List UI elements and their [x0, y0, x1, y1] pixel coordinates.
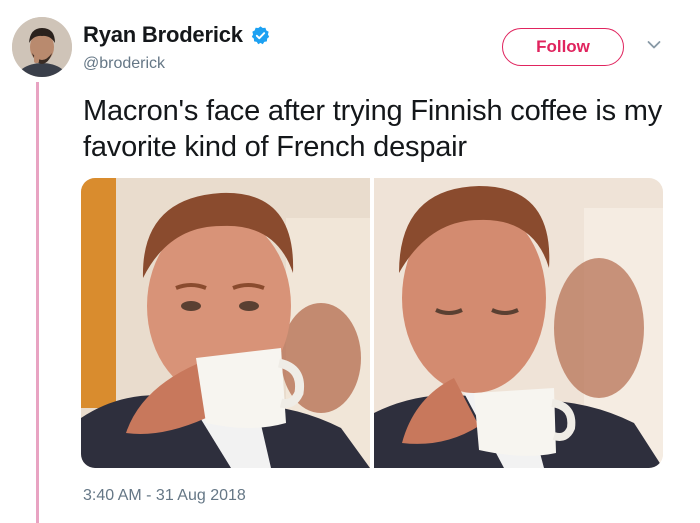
- author-name-row: Ryan Broderick: [83, 22, 271, 48]
- media-grid: [81, 178, 663, 468]
- avatar[interactable]: [12, 17, 72, 77]
- author-display-name[interactable]: Ryan Broderick: [83, 22, 243, 48]
- verified-badge-icon: [251, 25, 269, 44]
- thread-line: [36, 82, 39, 523]
- follow-button[interactable]: Follow: [502, 28, 624, 66]
- media-photo-1[interactable]: [81, 178, 370, 468]
- chevron-down-icon[interactable]: [647, 40, 661, 50]
- tweet-text: Macron's face after trying Finnish coffe…: [83, 95, 663, 163]
- photo-man-sipping-coffee: [81, 178, 370, 468]
- media-photo-2[interactable]: [374, 178, 663, 468]
- tweet-timestamp[interactable]: 3:40 AM - 31 Aug 2018: [83, 487, 246, 505]
- author-handle[interactable]: @broderick: [83, 55, 165, 73]
- photo-man-after-sip: [374, 178, 663, 468]
